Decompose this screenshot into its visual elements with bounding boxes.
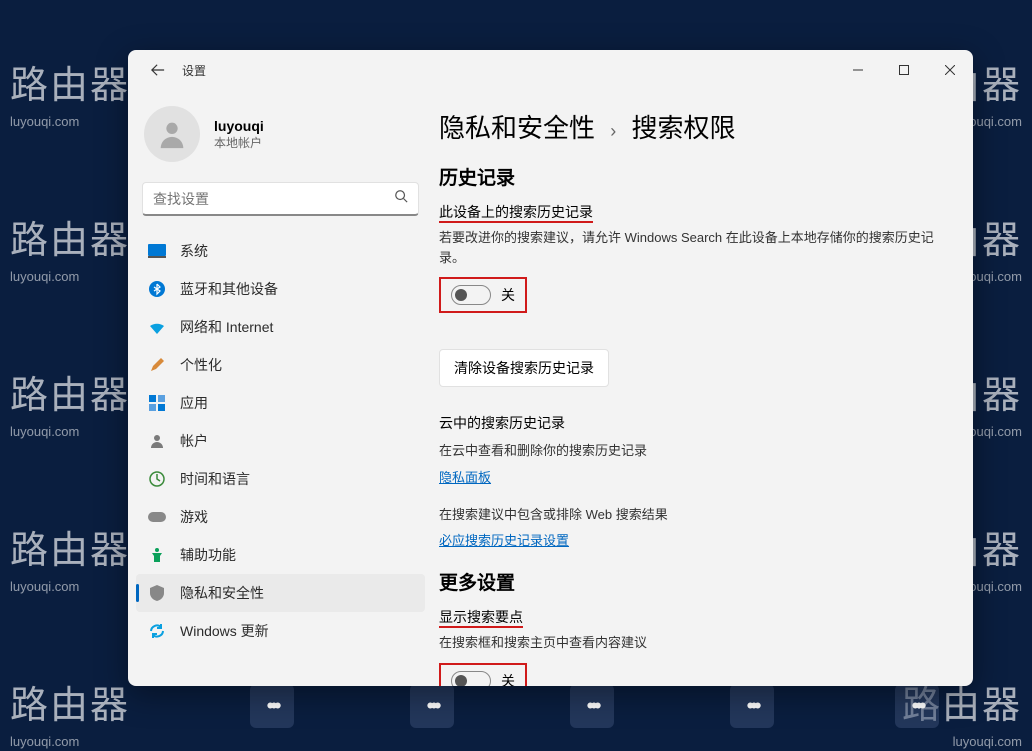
sidebar-item-label: Windows 更新 — [180, 621, 269, 641]
sidebar-item-privacy[interactable]: 隐私和安全性 — [136, 574, 425, 612]
sidebar-item-label: 辅助功能 — [180, 545, 236, 565]
apps-icon — [148, 394, 166, 412]
taskbar-icon[interactable]: ••• — [730, 684, 774, 728]
brush-icon — [148, 356, 166, 374]
sidebar-item-apps[interactable]: 应用 — [136, 384, 425, 422]
taskbar-icon[interactable]: ••• — [250, 684, 294, 728]
sidebar-item-label: 游戏 — [180, 507, 208, 527]
sidebar-item-label: 网络和 Internet — [180, 317, 273, 337]
sidebar-item-time-language[interactable]: 时间和语言 — [136, 460, 425, 498]
maximize-button[interactable] — [881, 50, 927, 90]
breadcrumb-current: 搜索权限 — [631, 113, 735, 143]
highlights-toggle-wrap: 关 — [439, 663, 527, 687]
search-icon — [394, 189, 408, 208]
search-box[interactable] — [142, 182, 419, 216]
sidebar-item-windows-update[interactable]: Windows 更新 — [136, 612, 425, 650]
bluetooth-icon — [148, 280, 166, 298]
web-results-desc: 在搜索建议中包含或排除 Web 搜索结果 — [439, 505, 943, 525]
wallpaper-watermark: 路由器luyouqi.com — [10, 215, 130, 286]
sidebar-item-label: 蓝牙和其他设备 — [180, 279, 278, 299]
breadcrumb: 隐私和安全性 › 搜索权限 — [439, 108, 943, 145]
sidebar-item-network[interactable]: 网络和 Internet — [136, 308, 425, 346]
wallpaper-watermark: 路由器luyouqi.com — [10, 680, 130, 751]
highlights-toggle[interactable] — [451, 671, 491, 687]
system-icon — [148, 242, 166, 260]
titlebar: 设置 — [128, 50, 973, 90]
wallpaper-watermark: 路由器luyouqi.com — [10, 60, 130, 131]
content-area: 隐私和安全性 › 搜索权限 历史记录 此设备上的搜索历史记录 若要改进你的搜索建… — [433, 90, 973, 686]
taskbar-icon[interactable]: ••• — [410, 684, 454, 728]
sync-icon — [148, 622, 166, 640]
app-title: 设置 — [182, 62, 206, 79]
device-history-toggle-wrap: 关 — [439, 277, 527, 313]
device-history-toggle[interactable] — [451, 285, 491, 305]
taskbar-icon[interactable]: ••• — [570, 684, 614, 728]
sidebar-item-label: 系统 — [180, 241, 208, 261]
globe-clock-icon — [148, 470, 166, 488]
wallpaper-watermark: 路由器luyouqi.com — [10, 370, 130, 441]
gamepad-icon — [148, 508, 166, 526]
cloud-history-heading: 云中的搜索历史记录 — [439, 413, 943, 433]
chevron-right-icon: › — [610, 121, 616, 141]
sidebar: luyouqi 本地帐户 系统 蓝牙和其他设备 网络和 Intern — [128, 90, 433, 686]
person-icon — [148, 432, 166, 450]
sidebar-item-gaming[interactable]: 游戏 — [136, 498, 425, 536]
sidebar-item-bluetooth[interactable]: 蓝牙和其他设备 — [136, 270, 425, 308]
bing-history-link[interactable]: 必应搜索历史记录设置 — [439, 530, 569, 549]
breadcrumb-parent[interactable]: 隐私和安全性 — [439, 113, 595, 143]
accessibility-icon — [148, 546, 166, 564]
cloud-history-desc: 在云中查看和删除你的搜索历史记录 — [439, 441, 943, 461]
avatar — [144, 106, 200, 162]
sidebar-item-label: 时间和语言 — [180, 469, 250, 489]
sidebar-item-label: 隐私和安全性 — [180, 583, 264, 603]
toggle-off-label: 关 — [501, 671, 515, 687]
sidebar-item-personalization[interactable]: 个性化 — [136, 346, 425, 384]
toggle-off-label: 关 — [501, 285, 515, 305]
user-block[interactable]: luyouqi 本地帐户 — [136, 90, 425, 182]
search-input[interactable] — [153, 191, 394, 207]
device-history-heading: 此设备上的搜索历史记录 — [439, 202, 943, 222]
wallpaper-watermark: 路由器luyouqi.com — [10, 525, 130, 596]
sidebar-item-label: 应用 — [180, 393, 208, 413]
sidebar-item-accessibility[interactable]: 辅助功能 — [136, 536, 425, 574]
section-history: 历史记录 — [439, 163, 943, 190]
sidebar-item-label: 个性化 — [180, 355, 222, 375]
shield-icon — [148, 584, 166, 602]
clear-history-button[interactable]: 清除设备搜索历史记录 — [439, 349, 609, 387]
back-button[interactable] — [138, 50, 178, 90]
sidebar-item-system[interactable]: 系统 — [136, 232, 425, 270]
close-button[interactable] — [927, 50, 973, 90]
minimize-button[interactable] — [835, 50, 881, 90]
wifi-icon — [148, 318, 166, 336]
settings-window: 设置 luyouqi 本地帐户 — [128, 50, 973, 686]
user-name: luyouqi — [214, 118, 264, 134]
highlights-heading: 显示搜索要点 — [439, 607, 943, 627]
sidebar-item-label: 帐户 — [180, 431, 208, 451]
taskbar-icon[interactable]: ••• — [895, 684, 939, 728]
privacy-dashboard-link[interactable]: 隐私面板 — [439, 467, 491, 486]
device-history-desc: 若要改进你的搜索建议，请允许 Windows Search 在此设备上本地存储你… — [439, 228, 943, 267]
user-subtext: 本地帐户 — [214, 134, 264, 151]
highlights-desc: 在搜索框和搜索主页中查看内容建议 — [439, 633, 943, 653]
sidebar-item-accounts[interactable]: 帐户 — [136, 422, 425, 460]
window-controls — [835, 50, 973, 90]
section-more: 更多设置 — [439, 568, 943, 595]
